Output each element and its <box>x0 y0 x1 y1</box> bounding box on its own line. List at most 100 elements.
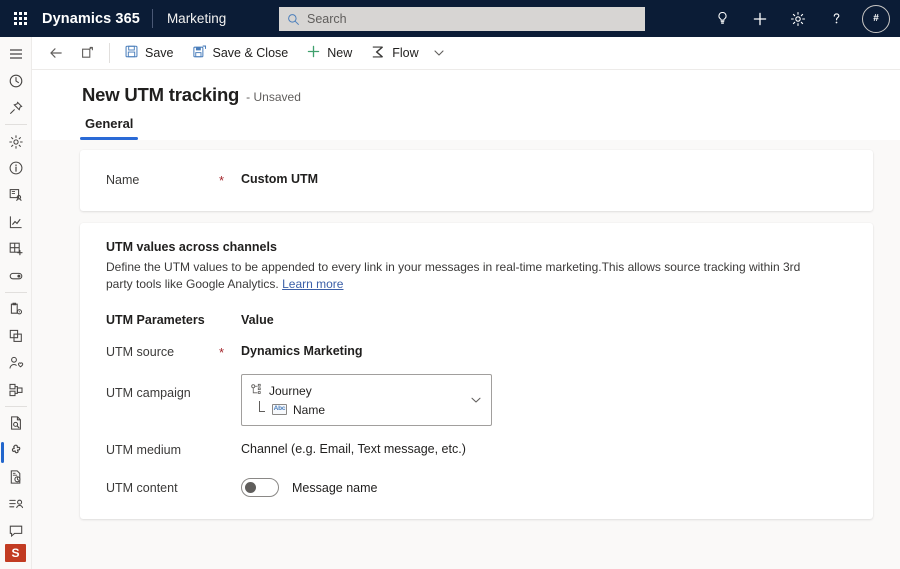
app-name-label[interactable]: Marketing <box>153 11 240 26</box>
rail-divider-3 <box>4 406 27 407</box>
sidebar-item-person-heart-icon[interactable] <box>0 349 32 376</box>
required-asterisk: * <box>219 345 225 360</box>
form-header: New UTM tracking - Unsaved General <box>32 70 900 140</box>
rail-divider-2 <box>4 292 27 293</box>
token-journey-label: Journey <box>269 383 312 398</box>
token-journey[interactable]: Journey <box>250 381 467 400</box>
command-divider <box>109 43 110 63</box>
sidebar-item-copy-pages-icon[interactable] <box>0 323 32 350</box>
sidebar-item-hamburger-menu-icon[interactable] <box>0 41 32 68</box>
rail-divider <box>4 124 27 126</box>
search-placeholder: Search <box>307 12 347 26</box>
search-icon <box>287 13 300 26</box>
gear-icon[interactable] <box>780 0 816 37</box>
utm-campaign-label: UTM campaign <box>106 386 191 400</box>
sidebar-item-puzzle-icon[interactable] <box>0 437 32 464</box>
utm-content-toggle-row: Message name <box>241 478 377 497</box>
sidebar-item-chat-bubble-icon[interactable] <box>0 517 32 544</box>
name-label: Name <box>106 173 140 187</box>
utm-medium-label: UTM medium <box>106 443 182 457</box>
save-close-icon <box>192 44 207 62</box>
command-bar: Save Save & Close New Flow <box>32 37 900 70</box>
column-header-parameters: UTM Parameters <box>106 313 205 327</box>
utm-campaign-combobox[interactable]: Journey Abc Name <box>241 374 492 426</box>
sidebar-item-chart-line-icon[interactable] <box>0 209 32 236</box>
sidebar-item-gear-icon[interactable] <box>0 128 32 155</box>
sidebar-item-document-clock-icon[interactable] <box>0 464 32 491</box>
plus-icon[interactable] <box>742 0 778 37</box>
sidebar-item-list-person-icon[interactable] <box>0 490 32 517</box>
avatar-initials: # <box>873 12 879 24</box>
spacer-cell <box>219 442 241 444</box>
app-tile[interactable]: S <box>5 543 26 563</box>
column-header-value: Value <box>241 313 274 327</box>
save-close-label: Save & Close <box>212 46 289 60</box>
section-description: Define the UTM values to be appended to … <box>80 259 850 293</box>
lightbulb-icon[interactable] <box>704 0 740 37</box>
save-floppy-icon <box>124 44 139 62</box>
save-state-label: - Unsaved <box>246 90 301 104</box>
new-button[interactable]: New <box>297 37 361 69</box>
toggle-knob <box>245 482 256 493</box>
form-body: Name * Custom UTM UTM values across chan… <box>32 140 900 569</box>
sidebar-item-document-search-icon[interactable] <box>0 410 32 437</box>
chevron-down-icon[interactable] <box>467 381 485 419</box>
token-name[interactable]: Abc Name <box>250 400 467 419</box>
sidebar-item-pin-icon[interactable] <box>0 95 32 122</box>
suite-bar: Dynamics 365 Marketing Search # <box>0 0 900 37</box>
popout-window-icon[interactable] <box>72 37 104 69</box>
page-title: New UTM tracking <box>82 84 240 105</box>
sidebar-item-info-circle-icon[interactable] <box>0 155 32 182</box>
utm-values-card: UTM values across channels Define the UT… <box>80 223 873 519</box>
section-description-text: Define the UTM values to be appended to … <box>106 260 801 291</box>
tree-elbow-connector <box>259 400 267 415</box>
column-headers: UTM Parameters Value <box>80 293 873 327</box>
name-input[interactable]: Custom UTM <box>241 172 318 186</box>
name-card: Name * Custom UTM <box>80 150 873 211</box>
utm-campaign-tokens: Journey Abc Name <box>250 381 467 419</box>
flow-button[interactable]: Flow <box>361 37 427 69</box>
utm-medium-value: Channel (e.g. Email, Text message, etc.) <box>241 442 466 456</box>
utm-source-input[interactable]: Dynamics Marketing <box>241 344 363 358</box>
app-launcher-icon[interactable] <box>0 0 40 37</box>
chevron-down-icon[interactable] <box>428 37 450 69</box>
save-button[interactable]: Save <box>115 37 183 69</box>
user-avatar[interactable]: # <box>862 4 890 33</box>
main-region: Save Save & Close New Flow New UTM track… <box>32 37 900 569</box>
app-shell: S Save Save & Close New Flow New UTM tra… <box>0 37 900 569</box>
name-field-row: Name * Custom UTM <box>80 172 873 187</box>
sidebar-item-nodes-icon[interactable] <box>0 376 32 403</box>
title-row: New UTM tracking - Unsaved <box>32 70 900 106</box>
flow-label: Flow <box>392 46 419 60</box>
sidebar-item-toggle-pill-icon[interactable] <box>0 262 32 289</box>
suite-actions: # <box>704 0 892 37</box>
save-label: Save <box>145 46 174 60</box>
sidebar-item-recent-clock-icon[interactable] <box>0 68 32 95</box>
section-title: UTM values across channels <box>106 240 277 254</box>
brand-label[interactable]: Dynamics 365 <box>40 11 152 27</box>
required-asterisk: * <box>219 173 225 188</box>
spacer-cell <box>219 478 241 480</box>
utm-medium-row: UTM medium Channel (e.g. Email, Text mes… <box>80 442 873 457</box>
token-name-label: Name <box>293 402 326 417</box>
utm-source-label: UTM source <box>106 345 175 359</box>
new-label: New <box>327 46 353 60</box>
utm-campaign-row: UTM campaign Journey Abc Name <box>80 374 873 426</box>
learn-more-link[interactable]: Learn more <box>282 277 343 291</box>
app-launcher-grid <box>13 12 27 25</box>
utm-content-toggle[interactable] <box>241 478 279 497</box>
utm-source-row: UTM source * Dynamics Marketing <box>80 344 873 359</box>
global-search[interactable]: Search <box>279 7 645 31</box>
left-nav-rail: S <box>0 37 32 569</box>
question-icon[interactable] <box>818 0 854 37</box>
utm-content-toggle-label: Message name <box>292 480 378 495</box>
back-button[interactable] <box>40 37 72 69</box>
plus-icon <box>306 44 321 62</box>
tab-general[interactable]: General <box>79 116 139 140</box>
sidebar-item-clipboard-gear-icon[interactable] <box>0 296 32 323</box>
utm-content-label: UTM content <box>106 481 178 495</box>
sidebar-item-contact-card-icon[interactable] <box>0 182 32 209</box>
form-tabs: General <box>32 106 900 140</box>
sidebar-item-grid-plus-icon[interactable] <box>0 235 32 262</box>
save-and-close-button[interactable]: Save & Close <box>183 37 298 69</box>
